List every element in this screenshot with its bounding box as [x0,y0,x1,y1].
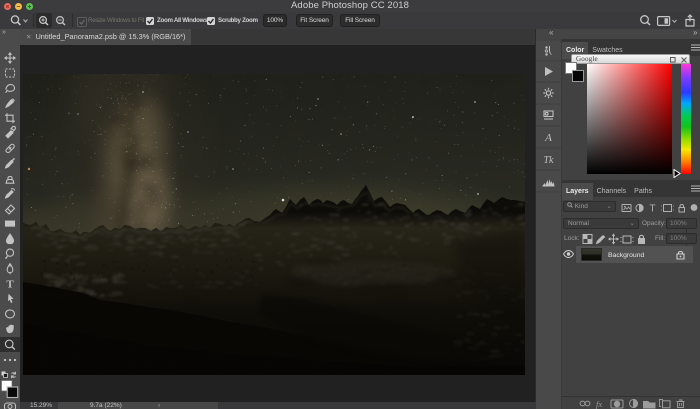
svg-text:fx: fx [596,399,602,409]
svg-text:Tk: Tk [544,155,555,166]
svg-text:A: A [544,132,552,144]
svg-text:T: T [6,279,14,291]
svg-text:T: T [650,203,656,213]
